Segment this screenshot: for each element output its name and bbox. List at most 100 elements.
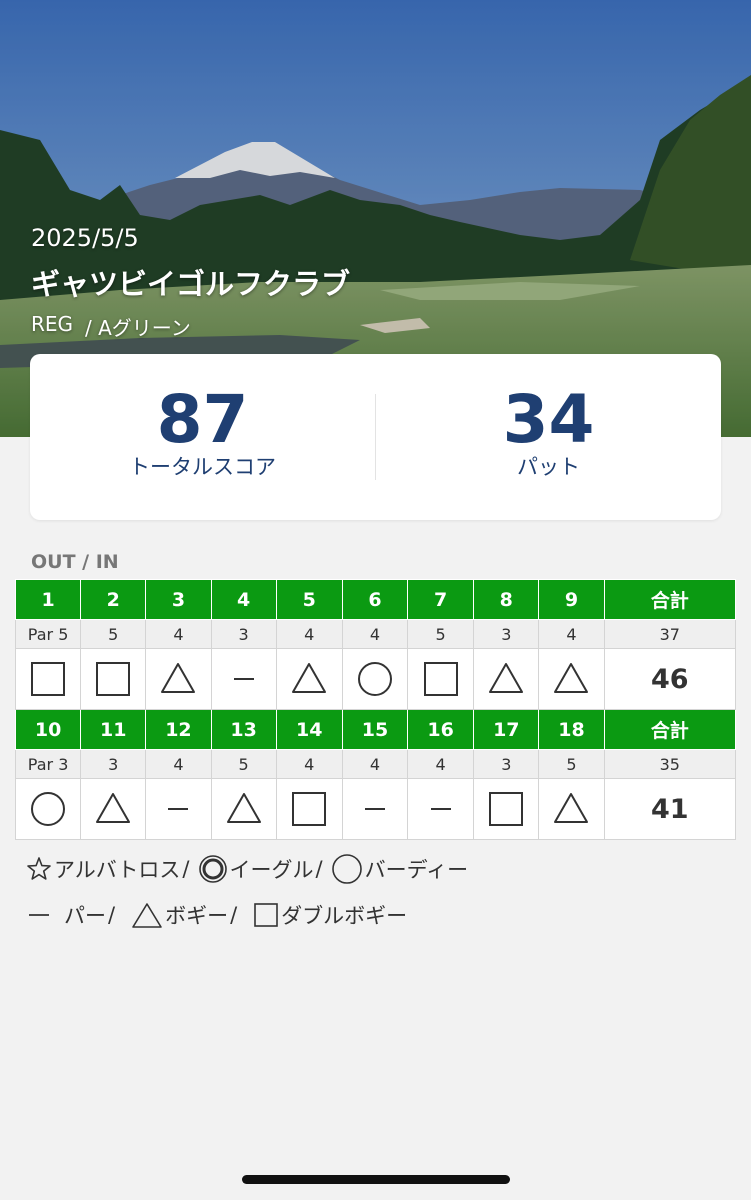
hole-result bbox=[145, 648, 212, 710]
hole-result bbox=[145, 778, 212, 840]
putts-value: 34 bbox=[502, 381, 595, 458]
score-summary-card: 87 トータルスコア 34 パット bbox=[30, 354, 721, 520]
dash-icon bbox=[364, 808, 385, 810]
legend-eagle: イーグル bbox=[198, 854, 314, 884]
putts-label: パット bbox=[517, 455, 580, 479]
hole-par: 4 bbox=[341, 619, 409, 649]
star-icon bbox=[27, 857, 51, 880]
legend-par: パー bbox=[26, 900, 106, 930]
legend-bogey-label: ボギー bbox=[165, 904, 229, 928]
green-name: / Aグリーン bbox=[85, 316, 191, 340]
legend-birdie: バーディー bbox=[331, 853, 469, 885]
circle-icon bbox=[331, 854, 362, 884]
hole-par: 4 bbox=[538, 619, 605, 649]
hole-par: 4 bbox=[275, 619, 343, 649]
hole-par: 5 bbox=[538, 749, 605, 779]
par-total: 37 bbox=[603, 619, 737, 649]
legend-double-bogey-label: ダブルボギー bbox=[281, 904, 408, 928]
hole-par: 4 bbox=[275, 749, 343, 779]
hole-result bbox=[407, 778, 475, 840]
hole-result bbox=[275, 648, 343, 710]
hole-par: 4 bbox=[145, 619, 212, 649]
in-result-row: 41 bbox=[14, 778, 737, 840]
square-icon bbox=[254, 903, 278, 927]
hole-result bbox=[14, 778, 82, 840]
hole-result bbox=[473, 648, 540, 710]
hole-number: 14 bbox=[275, 709, 343, 750]
hole-par: 5 bbox=[210, 749, 277, 779]
dash-icon bbox=[233, 678, 254, 680]
hole-result bbox=[341, 778, 409, 840]
scorecard-table: 1 2 3 4 5 6 7 8 9 合計 Par 5 5 4 3 4 4 5 3 4 37 46 10 11 12 13 14 15… bbox=[14, 579, 737, 840]
hole-result bbox=[341, 648, 409, 710]
circle-icon bbox=[31, 792, 66, 826]
hole-number: 15 bbox=[341, 709, 409, 750]
circle-icon bbox=[357, 662, 392, 696]
legend-separator: / bbox=[182, 857, 190, 881]
triangle-icon bbox=[554, 663, 589, 693]
total-score-value: 87 bbox=[156, 381, 249, 458]
legend-bogey: ボギー bbox=[131, 900, 228, 930]
in-hole-row: 10 11 12 13 14 15 16 17 18 合計 bbox=[14, 709, 737, 750]
hole-result bbox=[14, 648, 82, 710]
triangle-icon bbox=[226, 793, 261, 823]
square-icon bbox=[96, 662, 131, 696]
total-score-label: トータルスコア bbox=[129, 455, 276, 479]
hole-par: 4 bbox=[341, 749, 409, 779]
putts-block: 34 パット bbox=[376, 354, 721, 520]
hole-number: 2 bbox=[80, 579, 147, 620]
hole-number: 5 bbox=[275, 579, 343, 620]
hole-par: Par 5 bbox=[14, 619, 82, 649]
legend-birdie-label: バーディー bbox=[364, 858, 469, 882]
legend-separator: / bbox=[315, 857, 323, 881]
triangle-icon bbox=[161, 663, 196, 693]
hole-number: 6 bbox=[341, 579, 409, 620]
hole-number: 7 bbox=[407, 579, 475, 620]
hole-number: 9 bbox=[538, 579, 605, 620]
hole-par: 5 bbox=[407, 619, 475, 649]
hole-number: 18 bbox=[538, 709, 605, 750]
section-label-out-in: OUT / IN bbox=[31, 551, 119, 573]
hole-number: 4 bbox=[210, 579, 277, 620]
hole-number: 17 bbox=[473, 709, 540, 750]
legend-albatross: アルバトロス bbox=[26, 854, 180, 884]
hole-result bbox=[80, 648, 147, 710]
hole-par: 5 bbox=[80, 619, 147, 649]
total-score-block: 87 トータルスコア bbox=[30, 354, 375, 520]
hole-result bbox=[473, 778, 540, 840]
out-result-row: 46 bbox=[14, 648, 737, 710]
legend-par-label: パー bbox=[64, 904, 106, 928]
legend-separator: / bbox=[108, 903, 116, 927]
triangle-icon bbox=[96, 793, 131, 823]
hole-result bbox=[538, 648, 605, 710]
triangle-icon bbox=[554, 793, 589, 823]
score-total: 41 bbox=[603, 778, 737, 840]
tee-info: REG / Aグリーン bbox=[31, 312, 191, 341]
triangle-icon bbox=[292, 663, 327, 693]
hole-result bbox=[407, 648, 475, 710]
hole-number: 13 bbox=[210, 709, 277, 750]
triangle-icon bbox=[132, 903, 162, 928]
square-icon bbox=[292, 792, 327, 826]
hole-number: 3 bbox=[145, 579, 212, 620]
dash-icon bbox=[29, 914, 49, 916]
out-hole-row: 1 2 3 4 5 6 7 8 9 合計 bbox=[14, 579, 737, 620]
out-par-row: Par 5 5 4 3 4 4 5 3 4 37 bbox=[14, 619, 737, 649]
hole-result bbox=[80, 778, 147, 840]
legend-eagle-label: イーグル bbox=[229, 858, 314, 882]
home-indicator[interactable] bbox=[242, 1175, 510, 1184]
hole-par: 4 bbox=[407, 749, 475, 779]
legend-double-bogey: ダブルボギー bbox=[253, 900, 407, 930]
hole-par: 3 bbox=[473, 619, 540, 649]
hole-number: 16 bbox=[407, 709, 475, 750]
club-name: ギャツビイゴルフクラブ bbox=[31, 267, 351, 301]
square-icon bbox=[423, 662, 458, 696]
dash-icon bbox=[168, 808, 189, 810]
hole-number: 8 bbox=[473, 579, 540, 620]
hole-result bbox=[210, 778, 277, 840]
hole-result bbox=[275, 778, 343, 840]
legend-row-1: アルバトロス / イーグル / バーディー bbox=[26, 853, 468, 885]
hole-par: 3 bbox=[80, 749, 147, 779]
tee-name: REG bbox=[31, 312, 74, 336]
in-par-row: Par 3 3 4 5 4 4 4 3 5 35 bbox=[14, 749, 737, 779]
